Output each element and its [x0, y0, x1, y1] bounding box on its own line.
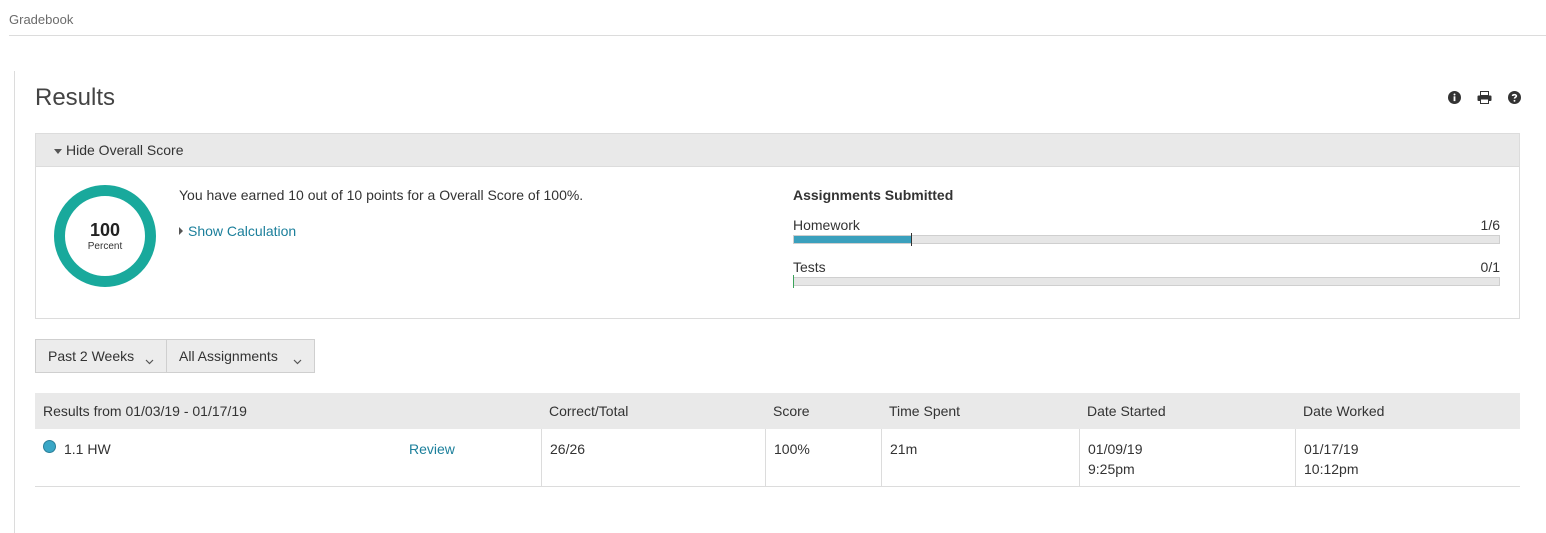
date-started-value: 01/09/19 9:25pm — [1088, 439, 1143, 479]
review-link[interactable]: Review — [409, 439, 455, 459]
period-dropdown-value: Past 2 Weeks — [48, 348, 135, 364]
date-worked-value: 01/17/19 10:12pm — [1304, 439, 1359, 479]
column-header-score[interactable]: Score — [773, 403, 810, 419]
tests-count: 0/1 — [1480, 259, 1500, 275]
earned-points-text: You have earned 10 out of 10 points for … — [179, 187, 584, 203]
print-icon[interactable] — [1476, 89, 1492, 105]
time-spent-value: 21m — [890, 441, 918, 457]
column-divider — [1079, 429, 1080, 487]
top-bar: Gradebook — [9, 0, 1546, 36]
caret-right-icon — [179, 227, 183, 235]
help-icon[interactable] — [1506, 89, 1522, 105]
page-title: Results — [35, 84, 116, 111]
caret-down-icon — [54, 149, 62, 154]
column-divider — [765, 429, 766, 487]
left-divider — [14, 71, 15, 533]
homework-label: Homework — [793, 217, 860, 233]
homework-count: 1/6 — [1480, 217, 1500, 233]
table-header: Results from 01/03/19 - 01/17/19 Correct… — [35, 393, 1520, 429]
info-icon[interactable] — [1446, 89, 1462, 105]
assignments-dropdown-value: All Assignments — [179, 348, 278, 364]
show-calculation-label: Show Calculation — [188, 223, 297, 239]
breadcrumb-gradebook[interactable]: Gradebook — [9, 12, 73, 27]
column-header-correct-total[interactable]: Correct/Total — [549, 403, 628, 419]
homework-progress-fill — [794, 236, 912, 243]
results-range-header: Results from 01/03/19 - 01/17/19 — [43, 403, 247, 419]
tests-progress-marker — [793, 275, 794, 288]
score-donut-value: 100 — [89, 220, 121, 240]
correct-total-value: 26/26 — [550, 441, 586, 457]
column-header-date-worked[interactable]: Date Worked — [1303, 403, 1384, 419]
table-row: 1.1 HW Review 26/26 100% 21m 01/09/19 9:2… — [35, 429, 1520, 487]
hide-overall-score-label: Hide Overall Score — [66, 142, 184, 158]
date-started-time: 9:25pm — [1088, 461, 1135, 477]
overall-score-panel: Hide Overall Score 100 Percent You have … — [35, 133, 1520, 319]
assignments-dropdown[interactable]: All Assignments — [166, 339, 315, 373]
status-dot-icon — [43, 440, 56, 453]
period-dropdown[interactable]: Past 2 Weeks — [35, 339, 167, 373]
show-calculation-link[interactable]: Show Calculation — [179, 223, 296, 239]
assignments-submitted-title: Assignments Submitted — [793, 187, 954, 203]
date-worked-date: 01/17/19 — [1304, 441, 1359, 457]
column-header-time-spent[interactable]: Time Spent — [889, 403, 960, 419]
column-divider — [881, 429, 882, 487]
column-divider — [1295, 429, 1296, 487]
assignment-name[interactable]: 1.1 HW — [64, 439, 111, 459]
chevron-down-icon — [293, 352, 302, 368]
tests-label: Tests — [793, 259, 826, 275]
score-donut: 100 Percent — [54, 185, 156, 287]
score-donut-unit: Percent — [87, 241, 123, 252]
column-divider — [541, 429, 542, 487]
tests-progress-bar — [793, 275, 1500, 288]
chevron-down-icon — [145, 352, 154, 368]
date-started-date: 01/09/19 — [1088, 441, 1143, 457]
score-value: 100% — [774, 441, 810, 457]
homework-progress-marker — [910, 233, 912, 246]
date-worked-time: 10:12pm — [1304, 461, 1359, 477]
column-header-date-started[interactable]: Date Started — [1087, 403, 1166, 419]
hide-overall-score-toggle[interactable]: Hide Overall Score — [36, 134, 1519, 167]
homework-progress-bar — [793, 233, 1500, 246]
